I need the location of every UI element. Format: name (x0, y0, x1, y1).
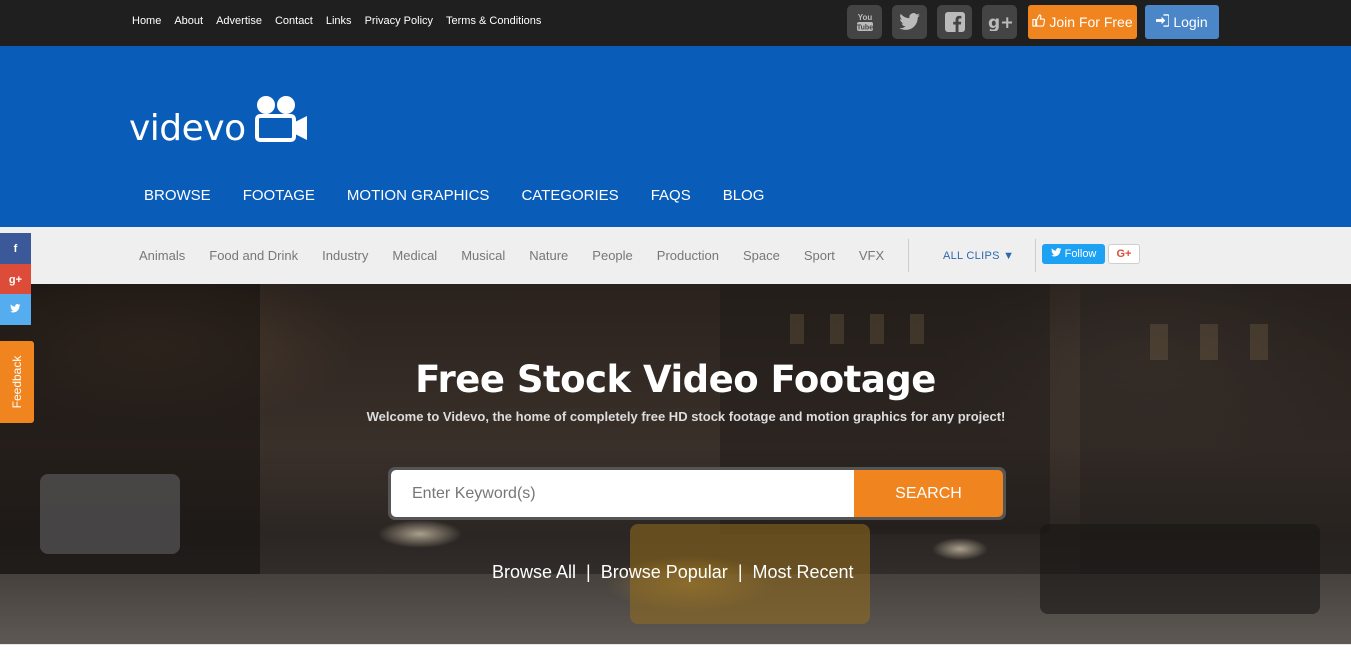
category-medical[interactable]: Medical (392, 248, 437, 263)
category-bar: Animals Food and Drink Industry Medical … (0, 227, 1351, 284)
social-icons: You Tube g+ (847, 5, 1017, 39)
category-musical[interactable]: Musical (461, 248, 505, 263)
category-production[interactable]: Production (657, 248, 719, 263)
background-car (40, 474, 180, 554)
twitter-icon[interactable] (892, 5, 927, 39)
browse-all-link[interactable]: Browse All (492, 562, 576, 583)
top-link-privacy[interactable]: Privacy Policy (365, 15, 433, 27)
svg-text:g+: g+ (988, 13, 1012, 31)
site-logo[interactable]: videvo (129, 94, 309, 147)
twitter-icon (10, 303, 21, 316)
sign-in-icon (1156, 14, 1171, 30)
hero-title: Free Stock Video Footage (415, 358, 936, 401)
top-bar: Home About Advertise Contact Links Priva… (0, 0, 1351, 46)
background-car (1040, 524, 1320, 614)
google-plus-button[interactable]: G+ (1108, 244, 1140, 264)
hero-banner: Free Stock Video Footage Welcome to Vide… (0, 284, 1351, 644)
top-link-about[interactable]: About (174, 15, 203, 27)
thumbs-up-icon (1032, 14, 1046, 30)
building-window (790, 314, 804, 344)
category-nature[interactable]: Nature (529, 248, 568, 263)
divider (1035, 239, 1036, 272)
nav-faqs[interactable]: FAQS (651, 187, 691, 204)
link-separator: | (737, 562, 743, 582)
top-link-home[interactable]: Home (132, 15, 161, 27)
twitter-follow-button[interactable]: Follow (1042, 244, 1105, 264)
twitter-icon (1050, 248, 1062, 260)
logo-text: videvo (129, 108, 246, 149)
category-food-and-drink[interactable]: Food and Drink (209, 248, 298, 263)
building-window (1150, 324, 1168, 360)
building-window (870, 314, 884, 344)
svg-text:Tube: Tube (856, 25, 872, 32)
category-animals[interactable]: Animals (139, 248, 185, 263)
building-window (1200, 324, 1218, 360)
top-link-contact[interactable]: Contact (275, 15, 313, 27)
login-label: Login (1173, 14, 1208, 30)
divider (908, 239, 909, 272)
feedback-tab[interactable]: Feedback (0, 341, 34, 423)
hero-links: Browse All | Browse Popular | Most Recen… (492, 562, 854, 583)
youtube-icon[interactable]: You Tube (847, 5, 882, 39)
login-button[interactable]: Login (1145, 5, 1219, 39)
top-link-advertise[interactable]: Advertise (216, 15, 262, 27)
video-camera-icon (254, 94, 309, 147)
join-label: Join For Free (1049, 14, 1133, 30)
nav-motion-graphics[interactable]: MOTION GRAPHICS (347, 187, 490, 204)
category-sport[interactable]: Sport (804, 248, 835, 263)
nav-browse[interactable]: BROWSE (144, 187, 211, 204)
follow-label: Follow (1064, 248, 1097, 260)
search-bar: SEARCH (388, 467, 1006, 520)
category-vfx[interactable]: VFX (859, 248, 884, 263)
most-recent-link[interactable]: Most Recent (753, 562, 854, 583)
side-facebook-button[interactable]: f (0, 233, 31, 264)
side-google-plus-button[interactable]: g+ (0, 264, 31, 295)
category-industry[interactable]: Industry (322, 248, 368, 263)
category-people[interactable]: People (592, 248, 632, 263)
facebook-icon: f (13, 242, 18, 255)
google-plus-icon: g+ (8, 273, 23, 286)
join-for-free-button[interactable]: Join For Free (1028, 5, 1137, 39)
nav-footage[interactable]: FOOTAGE (243, 187, 315, 204)
nav-categories[interactable]: CATEGORIES (521, 187, 618, 204)
top-link-links[interactable]: Links (326, 15, 352, 27)
category-links: Animals Food and Drink Industry Medical … (139, 248, 908, 263)
google-plus-icon[interactable]: g+ (982, 5, 1017, 39)
browse-popular-link[interactable]: Browse Popular (601, 562, 728, 583)
all-clips-dropdown[interactable]: ALL CLIPS ▼ (943, 250, 1014, 262)
nav-blog[interactable]: BLOG (723, 187, 765, 204)
svg-text:You: You (857, 13, 872, 22)
category-space[interactable]: Space (743, 248, 780, 263)
search-input[interactable] (391, 470, 854, 517)
side-twitter-button[interactable] (0, 294, 31, 325)
top-links: Home About Advertise Contact Links Priva… (132, 15, 554, 27)
page-content-start (0, 644, 1351, 660)
building-window (1250, 324, 1268, 360)
building-window (830, 314, 844, 344)
hero-subtitle: Welcome to Videvo, the home of completel… (366, 409, 1006, 424)
site-header: videvo BROWSE FOOTAGE MOTION GRAPHICS CA… (0, 46, 1351, 227)
feedback-label: Feedback (10, 355, 24, 409)
top-link-terms[interactable]: Terms & Conditions (446, 15, 541, 27)
search-button[interactable]: SEARCH (854, 470, 1003, 517)
link-separator: | (586, 562, 591, 582)
main-nav: BROWSE FOOTAGE MOTION GRAPHICS CATEGORIE… (144, 187, 796, 204)
facebook-icon[interactable] (937, 5, 972, 39)
building-window (910, 314, 924, 344)
